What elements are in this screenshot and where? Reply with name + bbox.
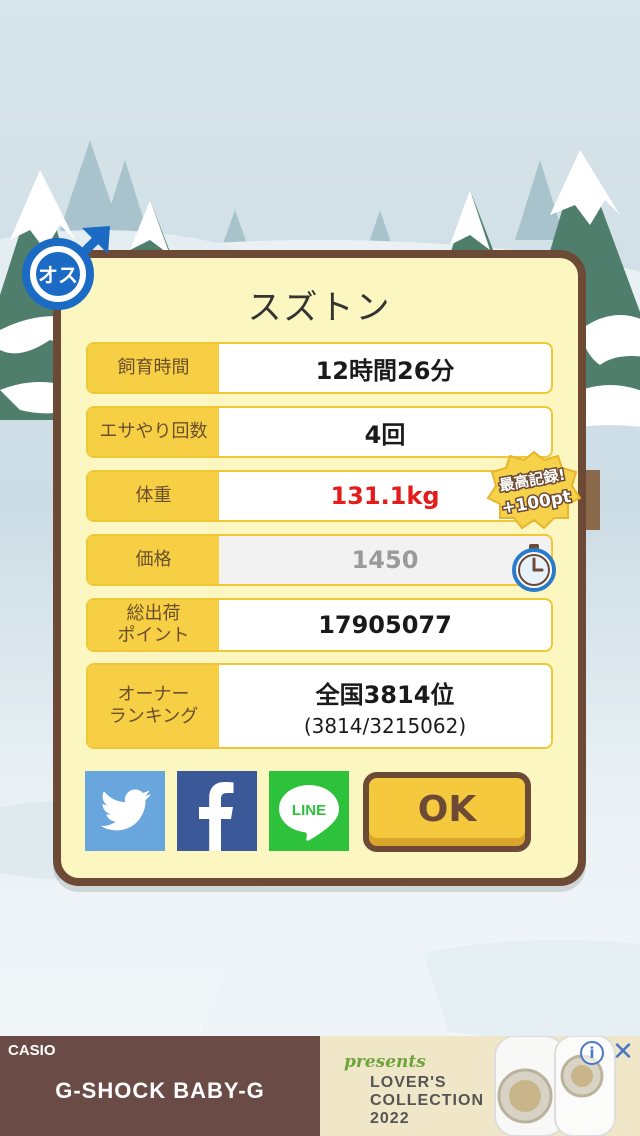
stat-label: 価格	[88, 536, 219, 584]
ok-button[interactable]: OK	[363, 772, 531, 852]
stat-value: 12時間26分	[315, 356, 455, 385]
ranking-detail: (3814/3215062)	[303, 713, 467, 738]
stat-row-raising-time: 飼育時間 12時間26分	[86, 342, 553, 394]
record-burst-icon: 最高記録! +100pt	[486, 450, 582, 530]
stat-label-line2: ポイント	[117, 625, 190, 646]
stat-label-line1: 総出荷	[126, 603, 181, 625]
ad-collection-line1: LOVER'S	[370, 1074, 447, 1091]
facebook-icon	[199, 782, 234, 851]
stopwatch-icon[interactable]	[509, 542, 559, 592]
ad-close-icon[interactable]: ✕	[610, 1038, 636, 1066]
stat-row-total-points: 総出荷 ポイント 17905077	[86, 598, 553, 652]
stat-label: 飼育時間	[88, 344, 219, 392]
stat-label-line2: ランキング	[108, 706, 199, 727]
share-twitter-button[interactable]	[85, 771, 165, 851]
stat-row-owner-ranking: オーナー ランキング 全国3814位 (3814/3215062)	[86, 663, 553, 749]
ad-collection-line2: COLLECTION	[370, 1092, 484, 1109]
stat-value: 4回	[364, 420, 406, 449]
stat-value: 全国3814位 (3814/3215062)	[219, 665, 551, 747]
ranking-value: 全国3814位	[315, 680, 455, 709]
stat-value: 1450	[351, 546, 419, 574]
male-gender-badge: オス	[22, 222, 118, 318]
line-icon: LINE	[279, 785, 339, 841]
ad-left-panel[interactable]: CASIO G-SHOCK BABY-G	[0, 1036, 320, 1136]
male-symbol-icon: オス	[22, 226, 110, 310]
stat-label: オーナー ランキング	[88, 665, 219, 747]
stat-label: エサやり回数	[88, 408, 219, 456]
stat-label-line1: オーナー	[117, 684, 190, 706]
ad-info-icon[interactable]: i	[580, 1041, 604, 1065]
stat-label: 体重	[88, 472, 219, 520]
stat-value: 17905077	[318, 611, 452, 639]
stat-row-weight: 体重 131.1kg	[86, 470, 553, 522]
ad-title: G-SHOCK BABY-G	[55, 1078, 265, 1103]
twitter-icon	[100, 789, 151, 831]
ad-presents: presents	[344, 1052, 426, 1072]
ok-label: OK	[417, 788, 477, 830]
line-label: LINE	[292, 802, 326, 819]
best-record-badge: 最高記録! +100pt	[486, 450, 582, 530]
stat-row-feed-count: エサやり回数 4回	[86, 406, 553, 458]
gender-label: オス	[38, 263, 78, 287]
stat-row-price: 価格 1450	[86, 534, 553, 586]
pet-name: スズトン	[247, 288, 392, 328]
ad-brand: CASIO	[8, 1042, 56, 1059]
ad-banner[interactable]: CASIO G-SHOCK BABY-G presents LOVER'S CO…	[0, 1036, 640, 1136]
share-facebook-button[interactable]	[177, 771, 257, 851]
ad-collection: LOVER'S COLLECTION 2022	[370, 1074, 510, 1128]
share-line-button[interactable]: LINE	[269, 771, 349, 851]
ad-collection-line3: 2022	[370, 1110, 410, 1127]
stat-label: 総出荷 ポイント	[88, 600, 219, 650]
